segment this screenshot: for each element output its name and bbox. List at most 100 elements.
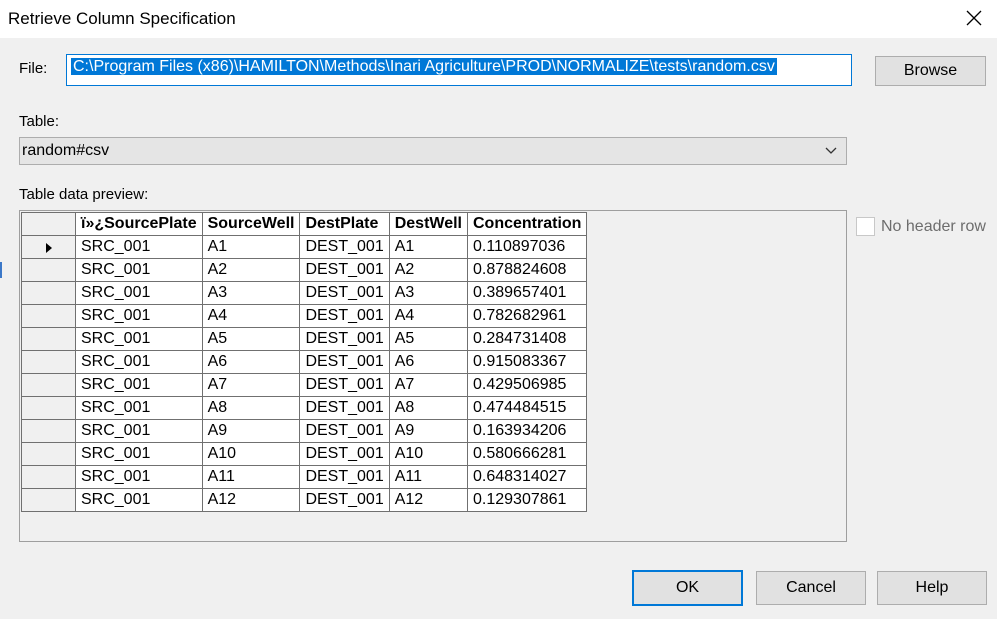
table-cell[interactable]: DEST_001 xyxy=(299,488,390,512)
table-cell[interactable]: SRC_001 xyxy=(75,258,203,282)
table-cell[interactable]: 0.782682961 xyxy=(466,304,588,328)
table-row[interactable]: SRC_001 A4 DEST_001 A4 0.782682961 xyxy=(21,304,588,328)
close-icon xyxy=(966,10,982,26)
row-header[interactable] xyxy=(21,327,76,351)
table-cell[interactable]: A12 xyxy=(388,488,469,512)
row-header[interactable] xyxy=(21,419,76,443)
table-cell[interactable]: A3 xyxy=(201,281,301,305)
table-cell[interactable]: A1 xyxy=(388,235,469,259)
table-cell[interactable]: A12 xyxy=(201,488,301,512)
table-cell[interactable]: A5 xyxy=(388,327,469,351)
table-row[interactable]: SRC_001 A11 DEST_001 A11 0.648314027 xyxy=(21,465,588,489)
close-button[interactable] xyxy=(951,0,997,36)
table-cell[interactable]: A11 xyxy=(201,465,301,489)
table-cell[interactable]: DEST_001 xyxy=(299,373,390,397)
table-row[interactable]: SRC_001 A7 DEST_001 A7 0.429506985 xyxy=(21,373,588,397)
table-cell[interactable]: A6 xyxy=(388,350,469,374)
table-cell[interactable]: A8 xyxy=(201,396,301,420)
table-cell[interactable]: 0.915083367 xyxy=(466,350,588,374)
table-cell[interactable]: DEST_001 xyxy=(299,235,390,259)
table-cell[interactable]: A4 xyxy=(388,304,469,328)
table-cell[interactable]: SRC_001 xyxy=(75,419,203,443)
table-cell[interactable]: 0.580666281 xyxy=(466,442,588,466)
column-header[interactable]: ï»¿SourcePlate xyxy=(75,212,203,236)
table-cell[interactable]: A5 xyxy=(201,327,301,351)
table-cell[interactable]: DEST_001 xyxy=(299,465,390,489)
table-cell[interactable]: 0.163934206 xyxy=(466,419,588,443)
table-cell[interactable]: 0.389657401 xyxy=(466,281,588,305)
table-row[interactable]: SRC_001 A5 DEST_001 A5 0.284731408 xyxy=(21,327,588,351)
table-cell[interactable]: A2 xyxy=(201,258,301,282)
table-cell[interactable]: A9 xyxy=(388,419,469,443)
table-cell[interactable]: DEST_001 xyxy=(299,419,390,443)
no-header-option[interactable]: No header row xyxy=(856,217,986,236)
file-path-input[interactable]: C:\Program Files (x86)\HAMILTON\Methods\… xyxy=(66,54,852,86)
table-cell[interactable]: 0.284731408 xyxy=(466,327,588,351)
row-header[interactable] xyxy=(21,373,76,397)
table-row[interactable]: SRC_001 A3 DEST_001 A3 0.389657401 xyxy=(21,281,588,305)
table-cell[interactable]: SRC_001 xyxy=(75,442,203,466)
row-header[interactable] xyxy=(21,396,76,420)
help-button[interactable]: Help xyxy=(877,571,987,605)
cancel-button[interactable]: Cancel xyxy=(756,571,866,605)
no-header-checkbox[interactable] xyxy=(856,217,875,236)
table-cell[interactable]: 0.429506985 xyxy=(466,373,588,397)
table-cell[interactable]: A6 xyxy=(201,350,301,374)
table-cell[interactable]: A11 xyxy=(388,465,469,489)
table-cell[interactable]: A10 xyxy=(388,442,469,466)
table-cell[interactable]: 0.878824608 xyxy=(466,258,588,282)
row-header[interactable] xyxy=(21,258,76,282)
table-cell[interactable]: DEST_001 xyxy=(299,396,390,420)
table-row[interactable]: SRC_001 A10 DEST_001 A10 0.580666281 xyxy=(21,442,588,466)
table-cell[interactable]: SRC_001 xyxy=(75,281,203,305)
table-cell[interactable]: SRC_001 xyxy=(75,488,203,512)
table-cell[interactable]: DEST_001 xyxy=(299,350,390,374)
table-cell[interactable]: SRC_001 xyxy=(75,304,203,328)
row-header[interactable] xyxy=(21,465,76,489)
table-cell[interactable]: SRC_001 xyxy=(75,465,203,489)
table-cell[interactable]: A1 xyxy=(201,235,301,259)
column-header[interactable]: SourceWell xyxy=(201,212,301,236)
table-cell[interactable]: DEST_001 xyxy=(299,327,390,351)
table-cell[interactable]: SRC_001 xyxy=(75,373,203,397)
row-header[interactable] xyxy=(21,488,76,512)
table-row[interactable]: SRC_001 A8 DEST_001 A8 0.474484515 xyxy=(21,396,588,420)
table-cell[interactable]: A2 xyxy=(388,258,469,282)
table-cell[interactable]: A9 xyxy=(201,419,301,443)
table-cell[interactable]: A3 xyxy=(388,281,469,305)
column-header[interactable]: DestPlate xyxy=(299,212,390,236)
table-row[interactable]: SRC_001 A6 DEST_001 A6 0.915083367 xyxy=(21,350,588,374)
table-row[interactable]: SRC_001 A12 DEST_001 A12 0.129307861 xyxy=(21,488,588,512)
table-cell[interactable]: A8 xyxy=(388,396,469,420)
table-cell[interactable]: SRC_001 xyxy=(75,350,203,374)
table-cell[interactable]: DEST_001 xyxy=(299,442,390,466)
table-cell[interactable]: SRC_001 xyxy=(75,235,203,259)
column-header[interactable]: DestWell xyxy=(388,212,469,236)
ok-button[interactable]: OK xyxy=(632,570,743,606)
table-cell[interactable]: DEST_001 xyxy=(299,258,390,282)
table-cell[interactable]: A7 xyxy=(388,373,469,397)
table-cell[interactable]: SRC_001 xyxy=(75,396,203,420)
browse-button[interactable]: Browse xyxy=(875,56,986,86)
table-cell[interactable]: A4 xyxy=(201,304,301,328)
table-cell[interactable]: SRC_001 xyxy=(75,327,203,351)
table-cell[interactable]: DEST_001 xyxy=(299,281,390,305)
table-row[interactable]: SRC_001 A2 DEST_001 A2 0.878824608 xyxy=(21,258,588,282)
table-row[interactable]: SRC_001 A9 DEST_001 A9 0.163934206 xyxy=(21,419,588,443)
table-cell[interactable]: A7 xyxy=(201,373,301,397)
data-preview-grid[interactable]: ï»¿SourcePlate SourceWell DestPlate DestWel… xyxy=(19,210,847,542)
column-header[interactable]: Concentration xyxy=(466,212,588,236)
row-header[interactable] xyxy=(21,235,76,259)
table-row[interactable]: SRC_001 A1 DEST_001 A1 0.110897036 xyxy=(21,235,588,259)
table-cell[interactable]: DEST_001 xyxy=(299,304,390,328)
table-select[interactable]: random#csv xyxy=(19,137,847,165)
row-header[interactable] xyxy=(21,350,76,374)
table-cell[interactable]: 0.110897036 xyxy=(466,235,588,259)
table-cell[interactable]: A10 xyxy=(201,442,301,466)
table-cell[interactable]: 0.474484515 xyxy=(466,396,588,420)
row-header[interactable] xyxy=(21,442,76,466)
table-cell[interactable]: 0.129307861 xyxy=(466,488,588,512)
row-header[interactable] xyxy=(21,304,76,328)
row-header[interactable] xyxy=(21,281,76,305)
table-cell[interactable]: 0.648314027 xyxy=(466,465,588,489)
